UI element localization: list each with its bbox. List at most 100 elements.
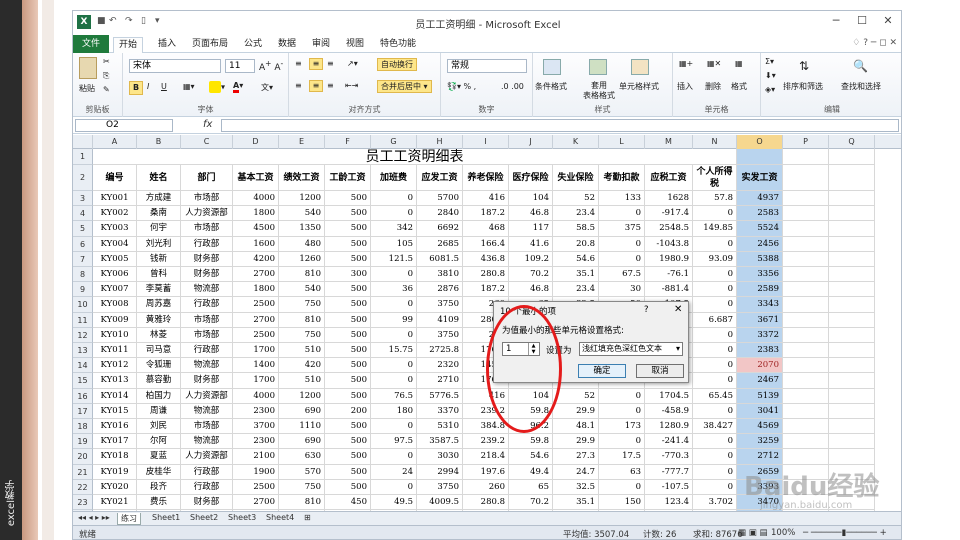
table-cell[interactable]: 李莫蓄 [137, 282, 181, 298]
align-top-icon[interactable]: ≡ [295, 59, 302, 68]
close-button[interactable]: ✕ [875, 14, 901, 27]
table-cell[interactable]: 5524 [737, 221, 783, 237]
table-cell[interactable]: -458.9 [645, 403, 693, 419]
column-header-I[interactable]: I [463, 135, 509, 149]
table-cell[interactable]: 物流部 [181, 282, 233, 298]
cell-style-icon[interactable] [631, 59, 649, 75]
table-cell[interactable]: 280.8 [463, 495, 509, 511]
table-cell[interactable]: 48.1 [553, 419, 599, 435]
zoom-slider[interactable]: ─ ──────▮────── + [803, 528, 887, 538]
table-cell[interactable]: 0 [693, 327, 737, 343]
table-cell[interactable]: 810 [279, 267, 325, 283]
table-cell[interactable]: 750 [279, 479, 325, 495]
minimize-button[interactable]: ─ [823, 14, 849, 27]
empty-cell[interactable] [829, 251, 875, 267]
tab-1[interactable]: 开始 [113, 37, 144, 53]
table-cell[interactable]: KY020 [93, 479, 137, 495]
table-cell[interactable]: 500 [325, 251, 371, 267]
table-cell[interactable]: 2712 [737, 449, 783, 465]
align-left-icon[interactable]: ≡ [295, 81, 302, 90]
column-header-D[interactable]: D [233, 135, 279, 149]
table-cell[interactable]: 段齐 [137, 479, 181, 495]
empty-cell[interactable] [783, 449, 829, 465]
column-header-C[interactable]: C [181, 135, 233, 149]
table-cell[interactable]: 财务部 [181, 251, 233, 267]
orientation-icon[interactable]: ↗▾ [347, 59, 358, 68]
table-cell[interactable]: 4000 [233, 388, 279, 404]
header-cell[interactable]: 基本工资 [233, 165, 279, 191]
table-cell[interactable]: KY001 [93, 191, 137, 207]
empty-cell[interactable] [829, 165, 875, 191]
table-cell[interactable]: 500 [325, 449, 371, 465]
table-cell[interactable]: -777.7 [645, 464, 693, 480]
tab-2[interactable]: 插入 [153, 37, 181, 53]
table-cell[interactable]: 2548.5 [645, 221, 693, 237]
table-cell[interactable]: 500 [325, 373, 371, 389]
row-header[interactable]: 6 [73, 236, 93, 252]
column-header-B[interactable]: B [137, 135, 181, 149]
tab-8[interactable]: 特色功能 [375, 37, 421, 53]
header-cell[interactable]: 部门 [181, 165, 233, 191]
table-cell[interactable]: 2500 [233, 479, 279, 495]
table-cell[interactable]: 4109 [417, 312, 463, 328]
table-cell[interactable]: 109.2 [509, 251, 553, 267]
copy-icon[interactable]: ⎘ [103, 71, 109, 81]
row-header[interactable]: 20 [73, 449, 93, 465]
sheet-title[interactable]: 员工工资明细表 [93, 149, 737, 165]
tab-0[interactable]: 文件 [73, 35, 110, 53]
format-cells-icon[interactable]: ▦ [735, 59, 743, 68]
tab-4[interactable]: 公式 [239, 37, 267, 53]
empty-cell[interactable] [783, 206, 829, 222]
table-cell[interactable]: 36 [371, 282, 417, 298]
row-header[interactable]: 1 [73, 149, 93, 165]
table-cell[interactable]: 41.6 [509, 236, 553, 252]
table-cell[interactable]: 1110 [279, 419, 325, 435]
table-cell[interactable]: -881.4 [645, 282, 693, 298]
border-icon[interactable]: ▦▾ [183, 82, 195, 91]
table-cell[interactable]: 2710 [417, 373, 463, 389]
table-cell[interactable]: 0 [693, 236, 737, 252]
table-cell[interactable]: 468 [463, 221, 509, 237]
bold-button[interactable]: B [129, 81, 143, 95]
table-cell[interactable]: 35.1 [553, 267, 599, 283]
column-header-M[interactable]: M [645, 135, 693, 149]
table-cell[interactable]: 690 [279, 403, 325, 419]
table-cell[interactable]: 197.6 [463, 464, 509, 480]
column-header-N[interactable]: N [693, 135, 737, 149]
empty-cell[interactable] [783, 312, 829, 328]
conditional-format-button[interactable]: 条件格式 [535, 81, 567, 92]
header-cell[interactable]: 养老保险 [463, 165, 509, 191]
table-cell[interactable]: 1260 [279, 251, 325, 267]
table-cell[interactable]: 510 [279, 343, 325, 359]
dialog-close-button[interactable]: ✕ [674, 304, 682, 315]
insert-cells-icon[interactable]: ▦+ [679, 59, 693, 68]
table-cell[interactable]: 2100 [233, 449, 279, 465]
table-cell[interactable]: 500 [325, 282, 371, 298]
table-cell[interactable]: 500 [325, 343, 371, 359]
row-header[interactable]: 12 [73, 327, 93, 343]
table-cell[interactable]: 0 [371, 449, 417, 465]
number-format-select[interactable]: 常规 [447, 59, 527, 73]
table-cell[interactable]: 1280.9 [645, 419, 693, 435]
table-cell[interactable]: 财务部 [181, 495, 233, 511]
table-cell[interactable]: 97.5 [371, 434, 417, 450]
sheet-tab-1[interactable]: Sheet1 [149, 513, 183, 522]
tab-7[interactable]: 视图 [341, 37, 369, 53]
table-cell[interactable]: 2467 [737, 373, 783, 389]
table-cell[interactable]: 3587.5 [417, 434, 463, 450]
empty-cell[interactable] [829, 343, 875, 359]
table-cell[interactable]: 2700 [233, 312, 279, 328]
table-cell[interactable]: 123.4 [645, 495, 693, 511]
header-cell[interactable]: 失业保险 [553, 165, 599, 191]
find-select-icon[interactable]: 🔍 [853, 59, 868, 73]
table-cell[interactable]: 105 [371, 236, 417, 252]
table-cell[interactable]: 0 [693, 206, 737, 222]
zoom-level[interactable]: 100% [771, 528, 795, 538]
empty-cell[interactable] [783, 236, 829, 252]
table-cell[interactable]: 0 [693, 282, 737, 298]
table-cell[interactable]: 0 [371, 373, 417, 389]
table-cell[interactable]: 2685 [417, 236, 463, 252]
table-cell[interactable]: 500 [325, 297, 371, 313]
table-cell[interactable]: 20.8 [553, 236, 599, 252]
table-cell[interactable]: 0 [599, 236, 645, 252]
